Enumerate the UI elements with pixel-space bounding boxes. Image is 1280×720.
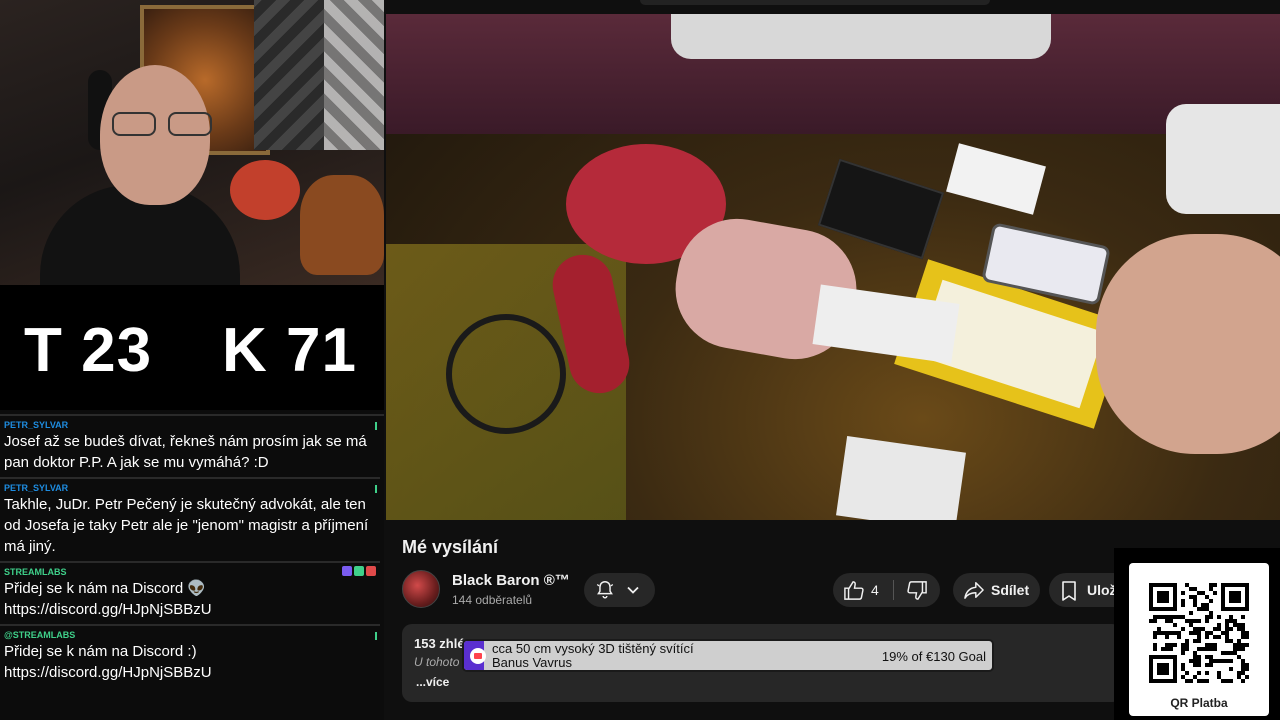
chat-username: @STREAMLABS <box>4 630 76 640</box>
dislike-button[interactable] <box>895 573 940 607</box>
bookmark-icon <box>1062 581 1076 601</box>
chat-marker <box>375 422 377 430</box>
badge-icon <box>354 566 364 576</box>
notification-button[interactable] <box>584 573 655 607</box>
save-label: Ulož <box>1087 582 1117 598</box>
video-device <box>1166 104 1280 214</box>
description-snippet: U tohoto <box>414 655 460 669</box>
qr-label: QR Platba <box>1170 696 1228 710</box>
like-button[interactable]: 4 <box>833 573 893 607</box>
bell-icon <box>596 581 614 599</box>
share-button[interactable]: Sdílet <box>953 573 1040 607</box>
goal-donor: Banus Vavrus <box>492 655 572 670</box>
teddy-bear <box>300 175 384 275</box>
chat-text: Josef až se budeš dívat, řekneš nám pros… <box>4 433 367 471</box>
chat-username: STREAMLABS <box>4 567 67 577</box>
share-label: Sdílet <box>991 582 1030 598</box>
top-bar-edge <box>640 0 990 5</box>
chat-text: Takhle, JuDr. Petr Pečený je skutečný ad… <box>4 496 369 555</box>
chat-message: PETR_SYLVAR Takhle, JuDr. Petr Pečený je… <box>0 479 380 563</box>
qr-card: QR Platba <box>1129 563 1269 716</box>
view-count: 153 zhlé <box>414 636 465 651</box>
video-paper <box>946 143 1046 215</box>
chat-text: Přidej se k nám na Discord :) https://di… <box>4 643 212 681</box>
video-title: Mé vysílání <box>402 537 499 557</box>
chat-badges <box>342 566 376 576</box>
video-fan <box>671 14 1051 59</box>
qr-code-icon <box>1149 583 1249 683</box>
video-cable <box>446 314 566 434</box>
acoustic-foam-dark <box>254 0 324 150</box>
chat-username: PETR_SYLVAR <box>4 483 69 493</box>
donation-goal-bar: cca 50 cm vysoký 3D tištěný svítící Banu… <box>462 639 994 672</box>
like-dislike-group: 4 <box>833 573 940 607</box>
goal-progress-text: 19% of €130 Goal <box>881 649 986 664</box>
video-hand <box>1096 234 1280 454</box>
chat-marker <box>375 485 377 493</box>
score-panel: T 23 K 71 <box>0 285 384 410</box>
glasses <box>112 112 220 138</box>
screen: T 23 K 71 PETR_SYLVAR Josef až se budeš … <box>0 0 1280 720</box>
chat-message: @STREAMLABS Přidej se k nám na Discord :… <box>0 626 380 687</box>
acoustic-foam <box>324 0 384 150</box>
goal-title: cca 50 cm vysoký 3D tištěný svítící <box>492 641 694 656</box>
chat-message: STREAMLABS Přidej se k nám na Discord 👽 … <box>0 563 380 626</box>
channel-name[interactable]: Black Baron ®™ <box>452 572 570 589</box>
divider <box>893 580 894 600</box>
chat-username: PETR_SYLVAR <box>4 420 69 430</box>
chevron-down-icon <box>627 586 639 594</box>
score-t: T 23 <box>24 316 153 385</box>
toy <box>230 160 300 220</box>
chat-text: Přidej se k nám na Discord 👽 https://dis… <box>4 580 212 618</box>
badge-icon <box>342 566 352 576</box>
subscriber-count: 144 odběratelů <box>452 593 533 607</box>
chat-overlay: PETR_SYLVAR Josef až se budeš dívat, řek… <box>0 410 384 720</box>
video-white-object <box>836 436 966 520</box>
badge-icon <box>366 566 376 576</box>
like-count: 4 <box>871 582 879 598</box>
show-more-link[interactable]: ...více <box>416 675 449 689</box>
share-icon <box>964 582 984 599</box>
channel-avatar[interactable] <box>402 570 440 608</box>
patreon-icon <box>470 648 486 664</box>
video-player[interactable] <box>386 14 1280 520</box>
thumbs-down-icon <box>907 581 927 600</box>
webcam-feed <box>0 0 384 285</box>
chat-marker <box>375 632 377 640</box>
thumbs-up-icon <box>844 581 864 600</box>
chat-message: PETR_SYLVAR Josef až se budeš dívat, řek… <box>0 416 380 479</box>
score-k: K 71 <box>222 316 357 385</box>
